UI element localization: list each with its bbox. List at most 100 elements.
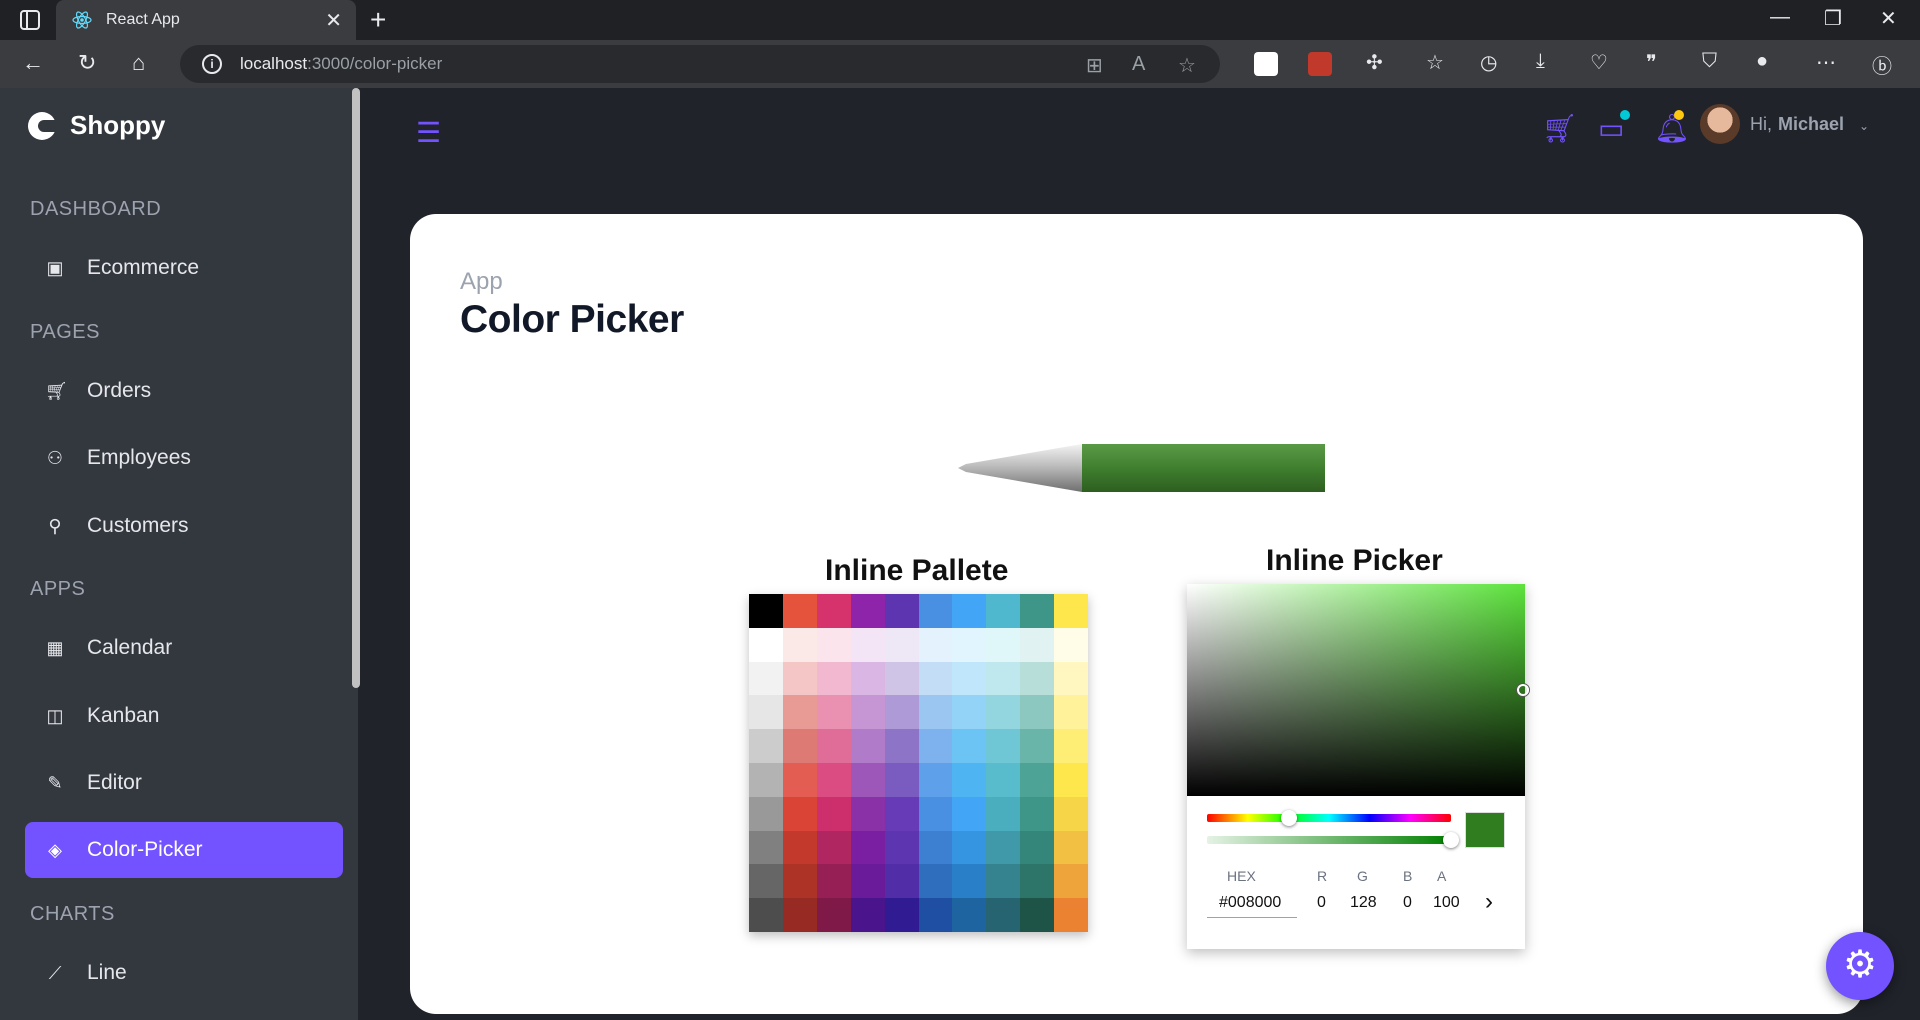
restore-icon[interactable]: ❐ xyxy=(1824,6,1842,31)
cart-icon[interactable]: 🛒︎ xyxy=(1542,112,1578,145)
palette-swatch[interactable] xyxy=(884,830,919,865)
palette-swatch[interactable] xyxy=(816,796,851,831)
palette-swatch[interactable] xyxy=(816,695,851,730)
close-tab-icon[interactable]: ✕ xyxy=(325,8,342,33)
new-tab-icon[interactable]: + xyxy=(370,4,386,36)
read-aloud-icon[interactable]: A xyxy=(1132,53,1145,76)
palette-swatch[interactable] xyxy=(816,898,851,932)
extension-b-icon[interactable] xyxy=(1254,52,1278,76)
palette-swatch[interactable] xyxy=(986,796,1021,831)
palette-swatch[interactable] xyxy=(749,830,783,865)
minimize-icon[interactable]: — xyxy=(1770,6,1790,29)
sidebar-item-editor[interactable]: ✎ Editor xyxy=(25,755,343,811)
palette-swatch[interactable] xyxy=(952,594,987,628)
palette-swatch[interactable] xyxy=(1020,762,1055,797)
refresh-icon[interactable]: ↻ xyxy=(78,50,96,76)
palette-swatch[interactable] xyxy=(952,762,987,797)
hue-handle[interactable] xyxy=(1281,810,1297,826)
palette-swatch[interactable] xyxy=(1020,830,1055,865)
chevron-right-icon[interactable]: › xyxy=(1485,888,1493,916)
url-input[interactable]: i localhost:3000/color-picker ⊞ A ☆ xyxy=(180,45,1220,83)
palette-swatch[interactable] xyxy=(884,594,919,628)
palette-swatch[interactable] xyxy=(952,627,987,662)
copilot-icon[interactable]: ⓑ xyxy=(1872,50,1892,79)
palette-swatch[interactable] xyxy=(986,830,1021,865)
palette-swatch[interactable] xyxy=(1054,864,1088,899)
palette-swatch[interactable] xyxy=(952,898,987,932)
avatar[interactable] xyxy=(1700,104,1740,144)
palette-swatch[interactable] xyxy=(986,594,1021,628)
palette-swatch[interactable] xyxy=(782,898,817,932)
palette-swatch[interactable] xyxy=(782,796,817,831)
palette-swatch[interactable] xyxy=(749,864,783,899)
palette-swatch[interactable] xyxy=(749,762,783,797)
palette-swatch[interactable] xyxy=(850,830,885,865)
browser-tab[interactable]: React App ✕ xyxy=(56,0,356,40)
palette-swatch[interactable] xyxy=(1054,762,1088,797)
sidebar-item-line[interactable]: ⟋ Line xyxy=(25,945,343,1001)
palette-swatch[interactable] xyxy=(850,796,885,831)
palette-swatch[interactable] xyxy=(749,627,783,662)
palette-swatch[interactable] xyxy=(782,864,817,899)
palette-swatch[interactable] xyxy=(1020,864,1055,899)
palette-swatch[interactable] xyxy=(986,695,1021,730)
palette-swatch[interactable] xyxy=(782,695,817,730)
palette-swatch[interactable] xyxy=(1020,661,1055,696)
alpha-handle[interactable] xyxy=(1443,832,1459,848)
palette-swatch[interactable] xyxy=(782,729,817,763)
palette-swatch[interactable] xyxy=(816,762,851,797)
saturation-value-area[interactable] xyxy=(1187,584,1525,796)
hue-slider[interactable] xyxy=(1207,814,1451,822)
site-info-icon[interactable]: i xyxy=(202,54,222,74)
palette-swatch[interactable] xyxy=(918,627,953,662)
palette-swatch[interactable] xyxy=(850,729,885,763)
g-input[interactable]: 128 xyxy=(1350,894,1377,912)
palette-swatch[interactable] xyxy=(986,898,1021,932)
palette-swatch[interactable] xyxy=(850,627,885,662)
sidebar-item-orders[interactable]: 🛒︎ Orders xyxy=(25,363,343,419)
palette-swatch[interactable] xyxy=(918,695,953,730)
palette-swatch[interactable] xyxy=(782,830,817,865)
palette-swatch[interactable] xyxy=(918,796,953,831)
palette-swatch[interactable] xyxy=(749,796,783,831)
quote-icon[interactable]: ❞ xyxy=(1646,50,1657,75)
settings-gear-button[interactable]: ⚙ xyxy=(1826,932,1894,1000)
home-icon[interactable]: ⌂ xyxy=(132,50,145,76)
palette-swatch[interactable] xyxy=(782,594,817,628)
palette-swatch[interactable] xyxy=(952,830,987,865)
palette-swatch[interactable] xyxy=(782,627,817,662)
bell-icon[interactable]: 🔔︎ xyxy=(1654,112,1690,145)
palette-swatch[interactable] xyxy=(884,627,919,662)
palette-swatch[interactable] xyxy=(884,661,919,696)
palette-swatch[interactable] xyxy=(918,830,953,865)
palette-swatch[interactable] xyxy=(918,729,953,763)
palette-swatch[interactable] xyxy=(850,594,885,628)
palette-swatch[interactable] xyxy=(986,762,1021,797)
palette-swatch[interactable] xyxy=(952,661,987,696)
palette-swatch[interactable] xyxy=(1020,594,1055,628)
palette-swatch[interactable] xyxy=(918,661,953,696)
r-input[interactable]: 0 xyxy=(1317,894,1326,912)
performance-icon[interactable]: ♡ xyxy=(1590,50,1608,75)
palette-swatch[interactable] xyxy=(884,898,919,932)
favorites-icon[interactable]: ☆ xyxy=(1426,50,1444,75)
palette-swatch[interactable] xyxy=(986,864,1021,899)
extension-red-icon[interactable] xyxy=(1308,52,1332,76)
saturation-handle[interactable] xyxy=(1517,684,1529,696)
palette-swatch[interactable] xyxy=(918,864,953,899)
palette-swatch[interactable] xyxy=(952,796,987,831)
palette-swatch[interactable] xyxy=(1020,695,1055,730)
palette-swatch[interactable] xyxy=(884,762,919,797)
palette-swatch[interactable] xyxy=(986,661,1021,696)
palette-swatch[interactable] xyxy=(1020,898,1055,932)
palette-swatch[interactable] xyxy=(816,661,851,696)
app-available-icon[interactable]: ⊞ xyxy=(1086,53,1103,78)
palette-swatch[interactable] xyxy=(918,594,953,628)
palette-swatch[interactable] xyxy=(749,594,783,628)
palette-swatch[interactable] xyxy=(884,695,919,730)
palette-swatch[interactable] xyxy=(816,627,851,662)
palette-swatch[interactable] xyxy=(782,762,817,797)
palette-swatch[interactable] xyxy=(749,729,783,763)
palette-swatch[interactable] xyxy=(816,830,851,865)
palette-swatch[interactable] xyxy=(1054,796,1088,831)
